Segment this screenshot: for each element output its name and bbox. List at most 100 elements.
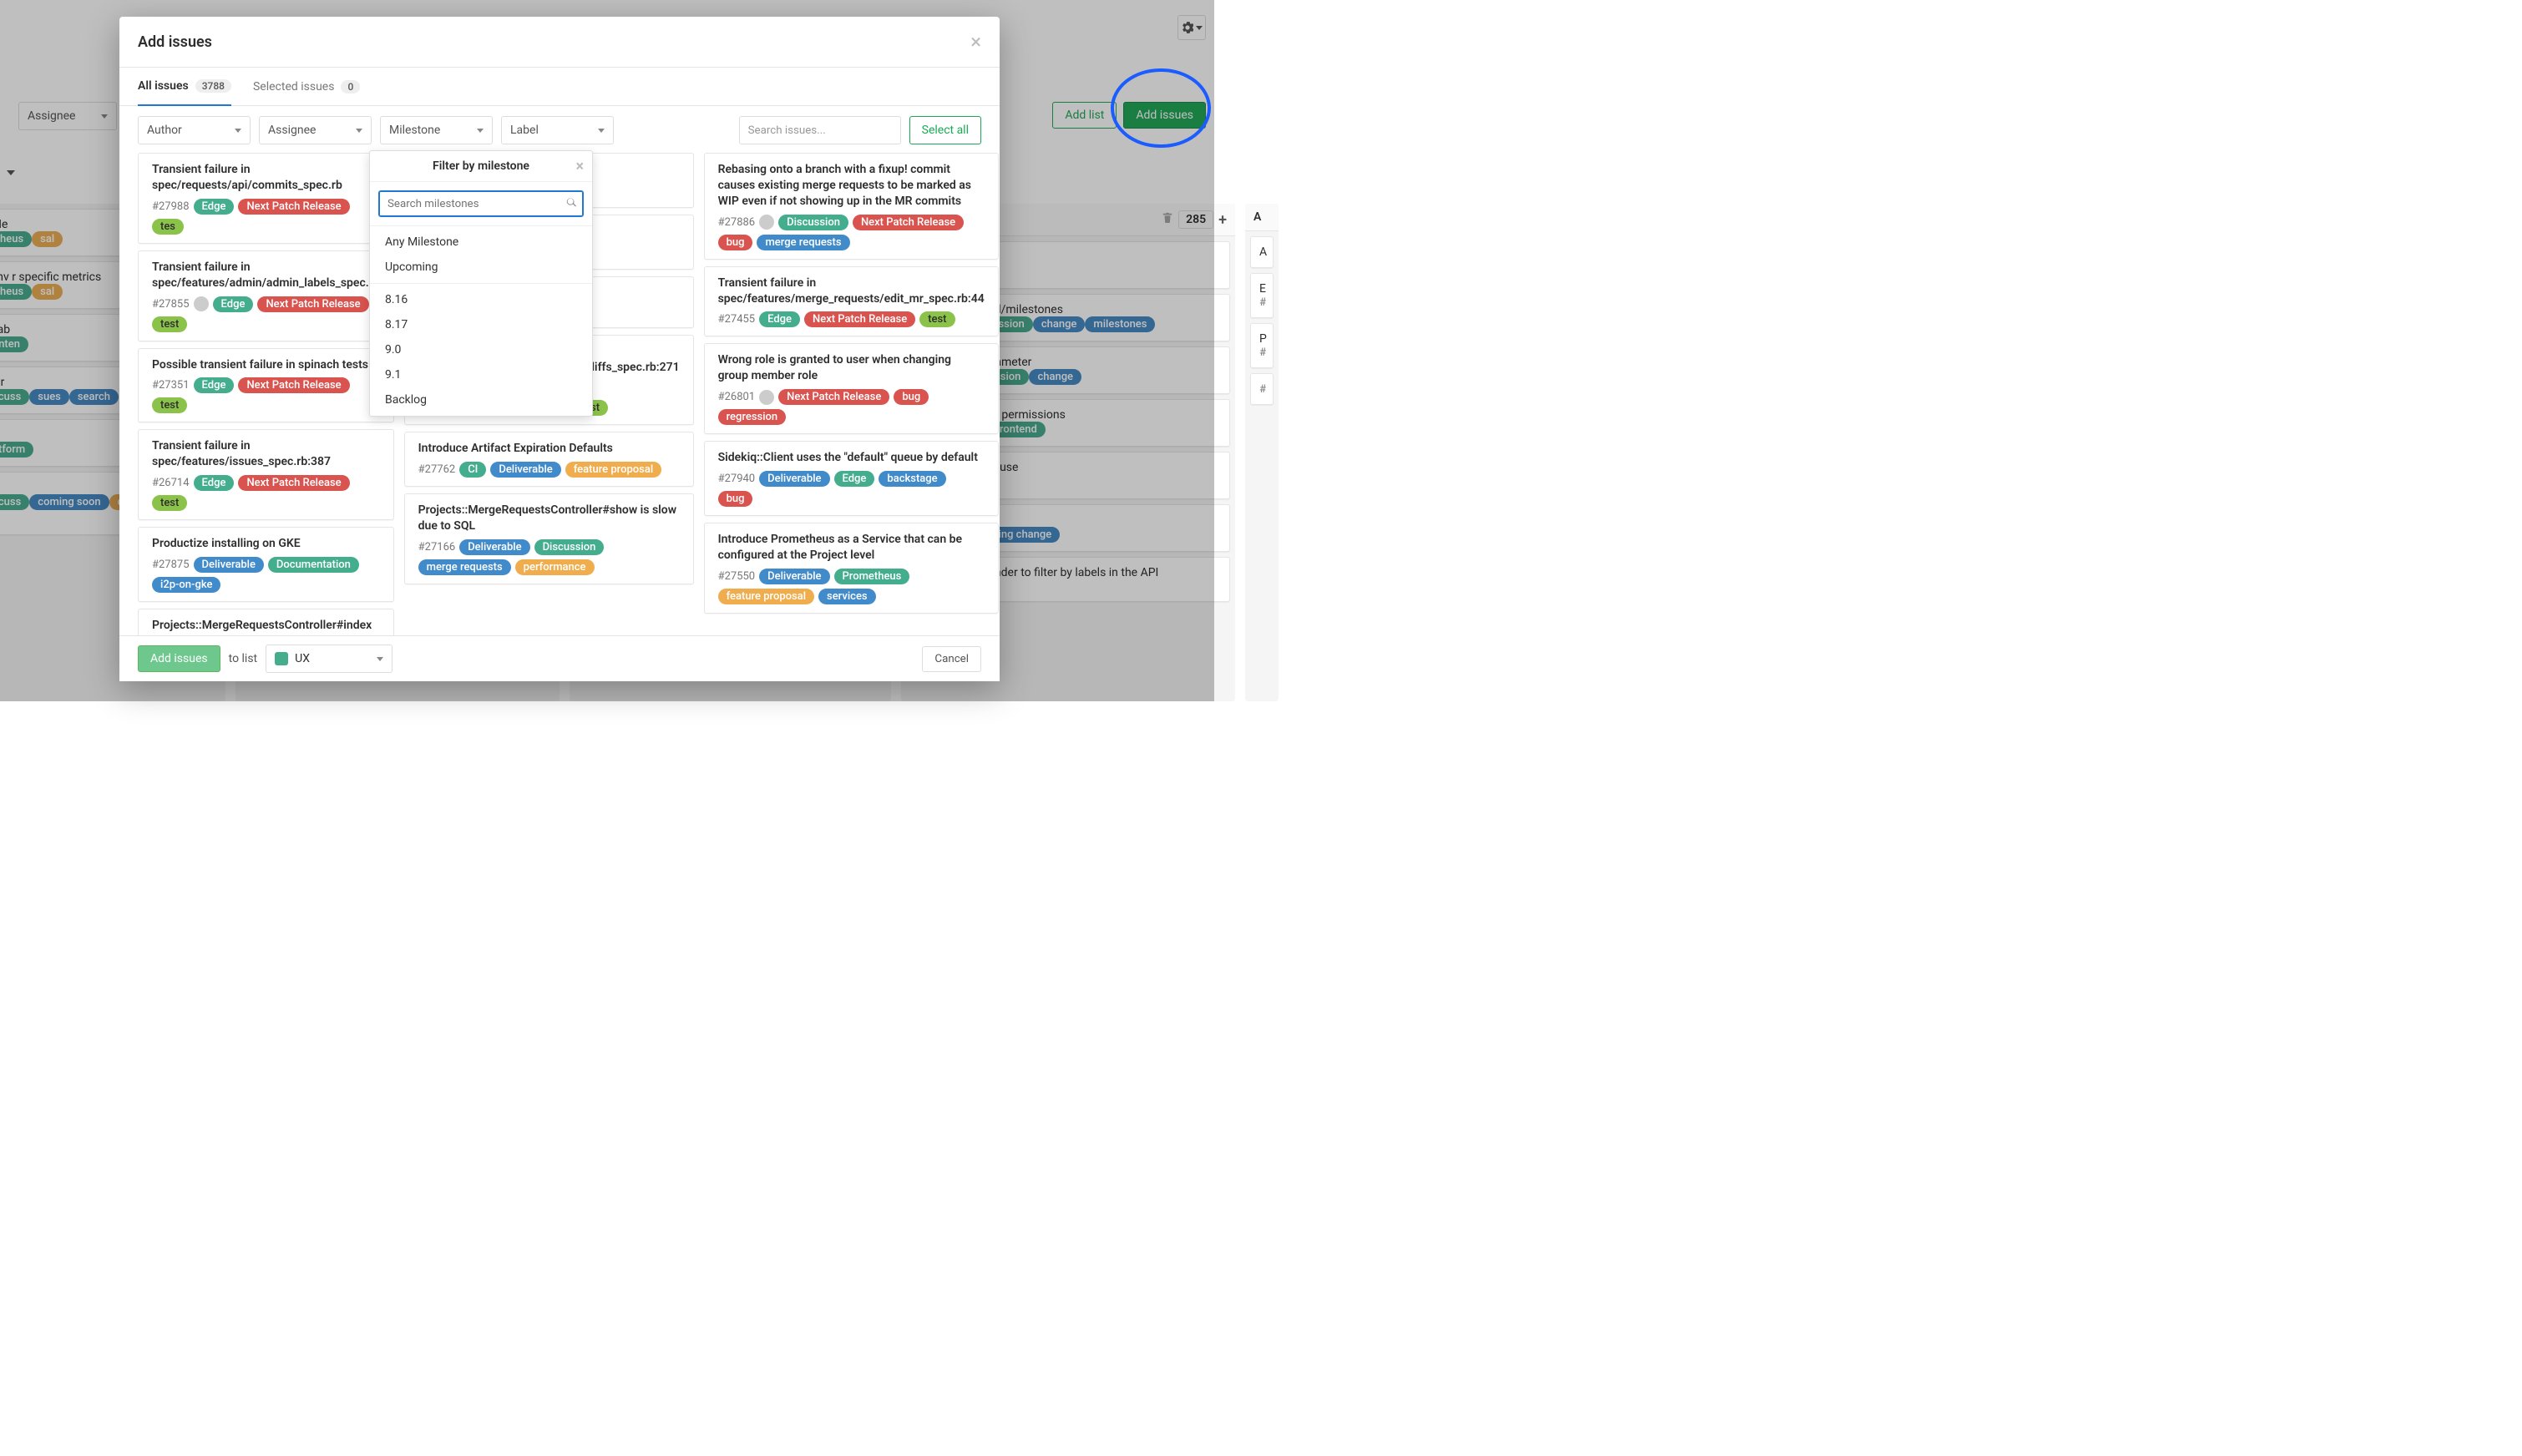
issue-card[interactable]: Wrong role is granted to user when chang… [704, 343, 999, 434]
issue-label[interactable]: Edge [194, 199, 235, 215]
issue-ref: # [1259, 296, 1266, 309]
issue-card[interactable]: Projects::MergeRequestsController#show i… [404, 493, 694, 584]
issue-label[interactable]: bug [718, 235, 753, 250]
issue-card[interactable]: Transient failure in spec/features/merge… [704, 266, 999, 337]
issue-card[interactable]: Sidekiq::Client uses the "default" queue… [704, 441, 999, 516]
issue-label[interactable]: test [919, 311, 955, 327]
milestone-option[interactable]: 9.0 [370, 337, 592, 362]
issue-title: Sidekiq::Client uses the "default" queue… [718, 450, 985, 466]
issue-title: Projects::MergeRequestsController#show i… [418, 503, 680, 534]
avatar [759, 215, 774, 230]
issue-label[interactable]: Prometheus [834, 569, 910, 584]
issue-card[interactable]: P # [1250, 323, 1274, 368]
issue-title: P [1259, 332, 1264, 346]
milestone-option[interactable]: 9.1 [370, 362, 592, 387]
issue-label[interactable]: performance [515, 559, 595, 575]
issue-label[interactable]: Next Patch Release [778, 389, 889, 405]
issue-card[interactable]: Introduce Artifact Expiration Defaults #… [404, 432, 694, 487]
avatar [759, 390, 774, 405]
issue-card[interactable]: # [1250, 373, 1274, 405]
issue-label[interactable]: Documentation [268, 557, 359, 573]
milestone-popover-title: Filter by milestone × [370, 151, 592, 182]
issue-label[interactable]: Edge [213, 296, 254, 312]
issue-label[interactable]: Edge [194, 377, 235, 393]
issue-title: Productize installing on GKE [152, 536, 380, 552]
issue-ref: #27988 [152, 200, 190, 213]
issue-label[interactable]: Deliverable [459, 539, 529, 555]
issue-label[interactable]: CI [459, 462, 486, 478]
issue-ref: #27886 [718, 216, 756, 229]
issue-card[interactable]: Transient failure in spec/requests/api/c… [138, 153, 394, 244]
issue-card[interactable]: Introduce Prometheus as a Service that c… [704, 523, 999, 614]
tab-selected-issues[interactable]: Selected issues 0 [253, 79, 360, 105]
issue-card[interactable]: Rebasing onto a branch with a fixup! com… [704, 153, 999, 260]
label-dropdown[interactable]: Label [501, 116, 614, 144]
issue-card[interactable]: Projects::MergeRequestsController#index … [138, 609, 394, 635]
issue-label[interactable]: merge requests [757, 235, 849, 250]
issue-ref: #26801 [718, 391, 756, 403]
issue-title: E [1259, 282, 1264, 296]
issue-label[interactable]: feature proposal [565, 462, 661, 478]
select-all-button[interactable]: Select all [909, 116, 981, 144]
issue-label[interactable]: bug [894, 389, 929, 405]
issue-card[interactable]: E # [1250, 273, 1274, 318]
milestone-dropdown[interactable]: Milestone [380, 116, 493, 144]
issue-title: Introduce Artifact Expiration Defaults [418, 441, 680, 457]
issue-label[interactable]: Deliverable [194, 557, 264, 573]
issue-label[interactable]: test [152, 495, 187, 511]
assignee-dropdown[interactable]: Assignee [259, 116, 372, 144]
issue-label[interactable]: Edge [834, 471, 875, 487]
issue-ref: #27855 [152, 298, 190, 311]
issue-ref: # [1259, 346, 1266, 359]
issue-label[interactable]: test [152, 397, 187, 413]
cancel-button[interactable]: Cancel [922, 646, 981, 672]
issue-label[interactable]: regression [718, 409, 787, 425]
issue-label[interactable]: Deliverable [759, 569, 829, 584]
issue-label[interactable]: i2p-on-gke [152, 577, 220, 593]
tab-all-badge: 3788 [195, 79, 231, 93]
issue-ref: #27940 [718, 473, 756, 485]
issue-label[interactable]: Next Patch Release [238, 475, 349, 491]
issue-label[interactable]: tes [152, 219, 184, 235]
issue-card[interactable]: A [1250, 236, 1274, 268]
milestone-option[interactable]: Any Milestone [370, 230, 592, 255]
search-issues-input[interactable] [739, 116, 901, 144]
issue-label[interactable]: Deliverable [759, 471, 829, 487]
issue-label[interactable]: bug [718, 491, 753, 507]
issue-label[interactable]: merge requests [418, 559, 511, 575]
milestone-option[interactable]: 8.17 [370, 312, 592, 337]
tab-selected-label: Selected issues [253, 80, 335, 94]
issue-label[interactable]: Next Patch Release [804, 311, 915, 327]
milestone-option[interactable]: Backlog [370, 387, 592, 412]
issue-label[interactable]: Next Patch Release [238, 199, 349, 215]
issue-label[interactable]: Next Patch Release [853, 215, 964, 230]
issue-label[interactable]: Edge [759, 311, 800, 327]
issue-label[interactable]: Discussion [534, 539, 605, 555]
issue-label[interactable]: test [152, 316, 187, 332]
popover-close-icon[interactable]: × [575, 158, 584, 175]
milestone-option[interactable]: 8.16 [370, 287, 592, 312]
author-dropdown[interactable]: Author [138, 116, 251, 144]
issue-label[interactable]: Deliverable [490, 462, 560, 478]
issue-label[interactable]: Next Patch Release [257, 296, 368, 312]
issue-label[interactable]: Edge [194, 475, 235, 491]
issue-label[interactable]: Next Patch Release [238, 377, 349, 393]
issue-label[interactable]: backstage [879, 471, 945, 487]
milestone-search-input[interactable] [378, 190, 584, 217]
milestone-option[interactable]: Upcoming [370, 255, 592, 280]
issue-label[interactable]: services [818, 589, 876, 604]
add-issues-submit-button[interactable]: Add issues [138, 645, 220, 672]
issue-title: Transient failure in spec/features/admin… [152, 260, 380, 291]
issue-label[interactable]: Discussion [778, 215, 848, 230]
issue-card[interactable]: Possible transient failure in spinach te… [138, 348, 394, 423]
target-list-dropdown[interactable]: UX [266, 645, 392, 673]
issue-label[interactable]: feature proposal [718, 589, 814, 604]
issue-card[interactable]: Productize installing on GKE #27875 Deliv… [138, 527, 394, 602]
tab-all-issues[interactable]: All issues 3788 [138, 79, 231, 106]
issue-title: Transient failure in spec/features/merge… [718, 276, 985, 307]
issue-card[interactable]: Transient failure in spec/features/admin… [138, 250, 394, 341]
modal-close-icon[interactable]: × [970, 32, 981, 52]
issue-card[interactable]: Transient failure in spec/features/issue… [138, 429, 394, 520]
add-card-icon[interactable]: + [1218, 211, 1227, 229]
issue-ref: #27875 [152, 559, 190, 571]
